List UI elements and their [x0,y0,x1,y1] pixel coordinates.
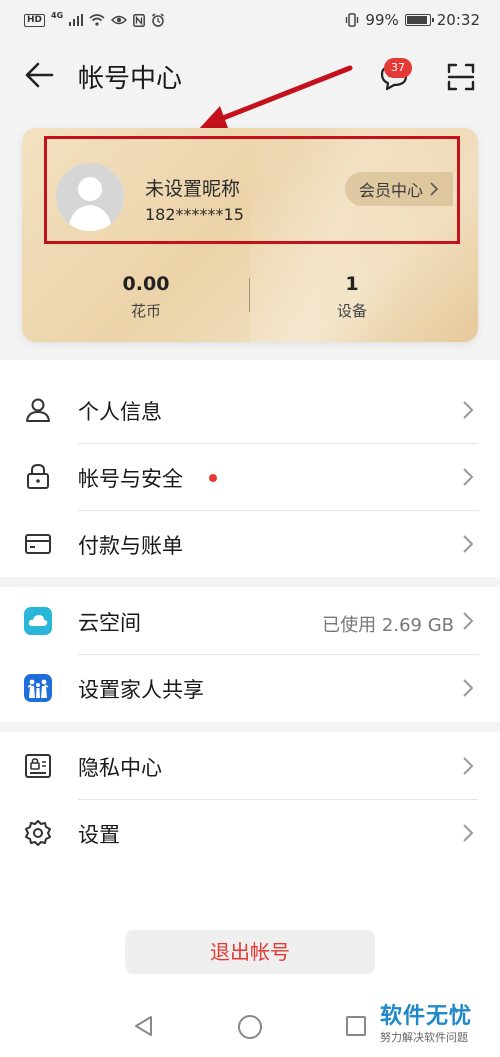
wifi-icon [89,14,105,26]
menu-label-settings: 设置 [78,823,120,847]
menu-label-family-share: 设置家人共享 [78,678,204,702]
menu-item-payment[interactable] [0,511,500,577]
stat-divider [249,278,250,312]
menu-item-family-share[interactable] [0,655,500,721]
back-arrow-icon[interactable] [24,60,54,90]
menu-item-account-security[interactable] [0,444,500,510]
device-count-label: 设备 [336,302,367,320]
vibrate-icon [346,13,359,27]
annotation-arrow [198,65,353,130]
clock: 20:32 [436,11,480,29]
alarm-icon [152,13,165,27]
status-right: 99% 20:32 [345,9,480,31]
card-icon [25,534,51,554]
family-icon [24,674,52,702]
status-left: HD 4G [24,10,165,30]
menu-label-privacy: 隐私中心 [78,756,162,780]
lock-icon [27,463,49,489]
cloud-icon [24,607,52,635]
person-icon [26,398,50,422]
menu-label-personal-info: 个人信息 [78,400,162,424]
page-title: 帐号中心 [78,64,183,94]
chevron-right-icon [463,401,474,419]
chevron-right-icon [463,757,474,775]
hd-indicator: HD [24,13,46,27]
eye-icon [111,15,128,25]
network-type: 4G [51,10,64,20]
section-gap [0,722,500,732]
chevron-right-icon [463,824,474,842]
chevron-right-icon [463,612,474,630]
menu-label-payment: 付款与账单 [78,534,183,558]
menu-label-account-security: 帐号与安全 [78,467,183,491]
menu-item-settings[interactable] [0,800,500,866]
cloud-usage: 已使用 2.69 GB [322,615,454,636]
menu-item-privacy[interactable] [0,733,500,799]
chevron-right-icon [463,535,474,553]
watermark-subtitle: 努力解决软件问题 [380,1031,468,1044]
watermark-title: 软件无忧 [380,1004,473,1029]
gear-icon [25,820,51,846]
battery-icon [404,14,434,26]
privacy-icon [25,754,51,778]
nav-back-icon[interactable] [132,1014,154,1038]
message-count-badge: 37 [384,58,412,78]
battery-level: 99% [365,11,399,29]
signal-icon [69,14,84,26]
notification-dot [209,474,217,482]
chevron-right-icon [463,679,474,697]
flower-coin-label: 花币 [130,302,161,320]
scan-icon[interactable] [446,62,476,92]
section-gap [0,577,500,587]
logout-button[interactable]: 退出帐号 [125,930,375,974]
chevron-right-icon [463,468,474,486]
nav-recent-icon[interactable] [346,1016,366,1036]
device-count-value[interactable]: 1 [292,273,412,295]
menu-label-cloud: 云空间 [78,611,141,635]
nav-home-icon[interactable] [238,1015,262,1039]
nfc-icon [133,13,146,27]
flower-coin-value[interactable]: 0.00 [86,273,206,295]
annotation-highlight-box [44,136,460,244]
menu-item-personal-info[interactable] [0,377,500,443]
